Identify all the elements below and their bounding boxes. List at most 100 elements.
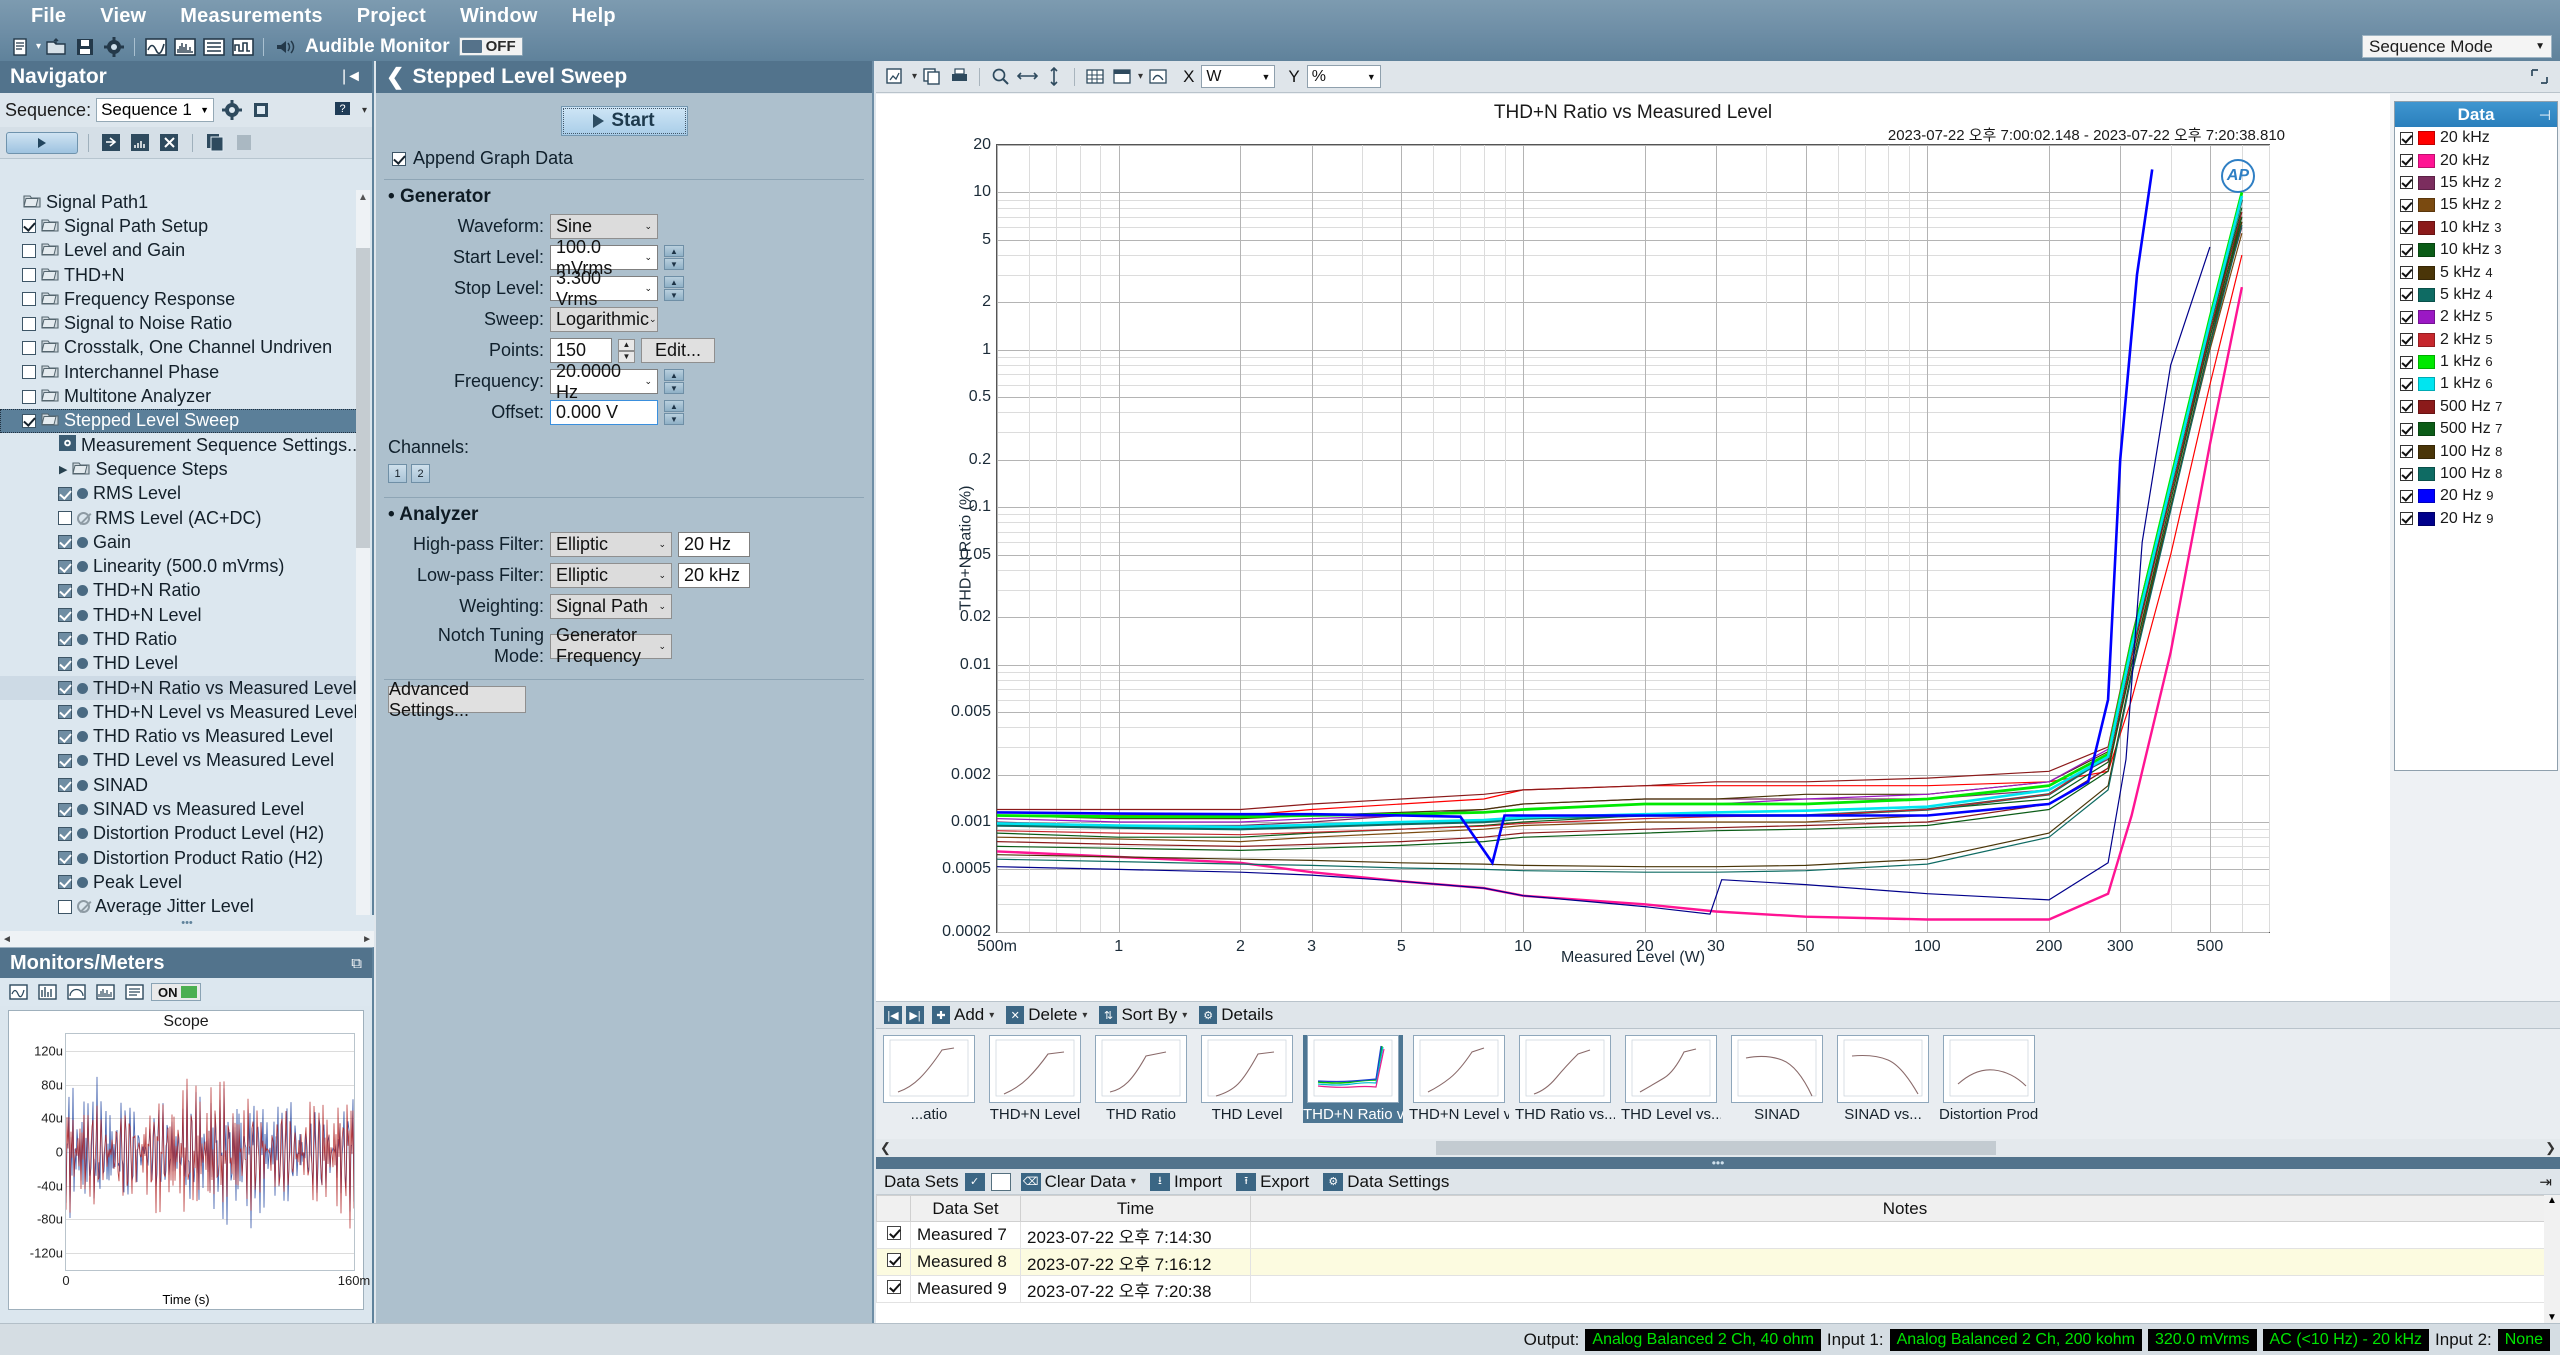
pin-icon[interactable]: ⊣ xyxy=(2539,107,2551,124)
navigator-tree[interactable]: Signal Path1Signal Path SetupLevel and G… xyxy=(0,190,358,980)
scrollbar-thumb[interactable] xyxy=(356,248,370,548)
help-caret-icon[interactable]: ▾ xyxy=(362,105,367,116)
cell-notes[interactable] xyxy=(1251,1249,2560,1276)
collapse-panel-icon[interactable]: |◄ xyxy=(342,68,362,86)
legend-item[interactable]: 500 Hz 7 xyxy=(2395,396,2557,418)
monitors-power-toggle[interactable]: ON xyxy=(151,983,201,1001)
tree-item-checkbox[interactable] xyxy=(58,632,72,646)
field-low-passfilter-value[interactable]: 20 kHz xyxy=(678,563,750,588)
row-checkbox[interactable] xyxy=(887,1226,901,1240)
tree-item-checkbox[interactable] xyxy=(58,608,72,622)
spinner-down-icon[interactable]: ▼ xyxy=(664,289,684,301)
measurement-thumbnail[interactable]: SINAD xyxy=(1727,1035,1827,1123)
sequence-dropdown[interactable]: Sequence 1 ▼ xyxy=(96,98,214,122)
grid-icon[interactable] xyxy=(1083,65,1107,88)
scroll-down-icon[interactable]: ▼ xyxy=(2547,1312,2557,1323)
legend-item-checkbox[interactable] xyxy=(2400,288,2413,301)
help-icon[interactable]: ? xyxy=(331,98,356,123)
output-value[interactable]: Analog Balanced 2 Ch, 40 ohm xyxy=(1585,1329,1820,1351)
spinner-up-icon[interactable]: ▲ xyxy=(664,369,684,381)
chevron-down-icon[interactable]: ▾ xyxy=(1131,1176,1136,1187)
sequence-snapshot-icon[interactable] xyxy=(249,98,274,123)
menu-item-measurements[interactable]: Measurements xyxy=(163,2,339,31)
spinner-up-icon[interactable]: ▲ xyxy=(664,245,684,257)
legend-item[interactable]: 15 kHz 2 xyxy=(2395,194,2557,216)
spinner-up-icon[interactable]: ▲ xyxy=(664,276,684,288)
list-icon[interactable] xyxy=(201,35,226,59)
sort-by-button[interactable]: ⇅ Sort By ▾ xyxy=(1095,1005,1191,1025)
tree-item-checkbox[interactable] xyxy=(58,730,72,744)
new-document-caret-icon[interactable]: ▾ xyxy=(36,41,41,52)
spinner-down-icon[interactable]: ▼ xyxy=(664,413,684,425)
legend-item-checkbox[interactable] xyxy=(2400,333,2413,346)
legend-item[interactable]: 2 kHz 5 xyxy=(2395,306,2557,328)
tree-item[interactable]: Gain xyxy=(0,530,358,554)
legend-item-checkbox[interactable] xyxy=(2400,221,2413,234)
spinner-down-icon[interactable]: ▼ xyxy=(664,382,684,394)
tree-item[interactable]: SINAD vs Measured Level xyxy=(0,797,358,821)
legend-item[interactable]: 1 kHz 6 xyxy=(2395,351,2557,373)
tree-item[interactable]: Linearity (500.0 mVrms) xyxy=(0,554,358,578)
tree-item-checkbox[interactable] xyxy=(58,754,72,768)
input1-bandwidth[interactable]: AC (<10 Hz) - 20 kHz xyxy=(2263,1329,2429,1351)
field-notchtuningmode[interactable]: Generator Frequency⌄ xyxy=(550,634,672,659)
menu-item-help[interactable]: Help xyxy=(555,2,633,31)
measurement-thumbnail[interactable]: THD+N Level xyxy=(985,1035,1085,1123)
tree-item[interactable]: Crosstalk, One Channel Undriven xyxy=(0,336,358,360)
zoom-icon[interactable] xyxy=(988,65,1012,88)
spinner-down-icon[interactable]: ▼ xyxy=(664,258,684,270)
legend-item[interactable]: 100 Hz 8 xyxy=(2395,440,2557,462)
legend-item-checkbox[interactable] xyxy=(2400,154,2413,167)
tree-item[interactable]: Peak Level xyxy=(0,870,358,894)
tree-item[interactable]: THD Level vs Measured Level xyxy=(0,749,358,773)
measurement-thumbnail[interactable]: THD Level vs... xyxy=(1621,1035,1721,1123)
legend-item[interactable]: 5 kHz 4 xyxy=(2395,284,2557,306)
scroll-right-icon[interactable]: ❯ xyxy=(2545,1140,2556,1156)
run-sequence-button[interactable] xyxy=(6,132,78,154)
settings-gear-icon[interactable] xyxy=(101,35,126,59)
table-column-header[interactable]: Data Set xyxy=(911,1196,1021,1222)
x-axis-unit-dropdown[interactable]: W ▼ xyxy=(1201,65,1275,88)
tree-item-checkbox[interactable] xyxy=(58,584,72,598)
legend-item-checkbox[interactable] xyxy=(2400,176,2413,189)
expand-arrow-icon[interactable]: ▶ xyxy=(59,463,67,476)
y-axis-unit-dropdown[interactable]: % ▼ xyxy=(1307,65,1381,88)
delete-icon[interactable] xyxy=(157,130,182,155)
new-document-icon[interactable] xyxy=(8,35,33,59)
sequence-settings-icon[interactable] xyxy=(219,98,244,123)
input1-value[interactable]: Analog Balanced 2 Ch, 200 kohm xyxy=(1890,1329,2142,1351)
input1-level[interactable]: 320.0 mVrms xyxy=(2148,1329,2257,1351)
legend-item-checkbox[interactable] xyxy=(2400,423,2413,436)
legend-item-checkbox[interactable] xyxy=(2400,311,2413,324)
tree-item-checkbox[interactable] xyxy=(22,341,36,355)
measurement-thumbnail[interactable]: THD Level xyxy=(1197,1035,1297,1123)
speaker-icon[interactable] xyxy=(272,35,297,59)
legend-item[interactable]: 10 kHz 3 xyxy=(2395,239,2557,261)
add-signal-path-icon[interactable] xyxy=(99,130,124,155)
legend-item-checkbox[interactable] xyxy=(2400,356,2413,369)
tree-item-checkbox[interactable] xyxy=(58,535,72,549)
table-row[interactable]: Measured 92023-07-22 오후 7:20:38 xyxy=(877,1276,2560,1303)
last-measurement-icon[interactable]: ▶| xyxy=(906,1006,924,1024)
check-all-icon[interactable]: ✓ xyxy=(965,1173,985,1191)
navigator-hscrollbar[interactable]: ◄ ► xyxy=(0,931,374,947)
scope-display[interactable]: Scope Instantaneous Level (V) 120u80u40u… xyxy=(8,1010,364,1310)
tree-item-checkbox[interactable] xyxy=(58,900,72,914)
clear-data-button[interactable]: ⌫ Clear Data ▾ xyxy=(1017,1172,1140,1192)
legend-item-checkbox[interactable] xyxy=(2400,512,2413,525)
uncheck-all-icon[interactable] xyxy=(991,1173,1011,1191)
measurement-thumbnail[interactable]: THD Ratio xyxy=(1091,1035,1191,1123)
hscroll-left-icon[interactable]: ◄ xyxy=(2,934,12,945)
add-measurement-icon[interactable] xyxy=(128,130,153,155)
input2-value[interactable]: None xyxy=(2498,1329,2550,1351)
copy-icon[interactable] xyxy=(203,130,228,155)
tree-item-checkbox[interactable] xyxy=(58,803,72,817)
fft-icon[interactable] xyxy=(172,35,197,59)
delete-measurement-button[interactable]: ✕ Delete ▾ xyxy=(1002,1005,1091,1025)
tree-item-checkbox[interactable] xyxy=(22,244,36,258)
data-settings-button[interactable]: ⚙ Data Settings xyxy=(1319,1172,1453,1192)
navigator-resize-grip[interactable]: ••• xyxy=(0,915,374,931)
tree-item-checkbox[interactable] xyxy=(58,657,72,671)
legend-item-checkbox[interactable] xyxy=(2400,400,2413,413)
fit-vertical-icon[interactable] xyxy=(1042,65,1066,88)
